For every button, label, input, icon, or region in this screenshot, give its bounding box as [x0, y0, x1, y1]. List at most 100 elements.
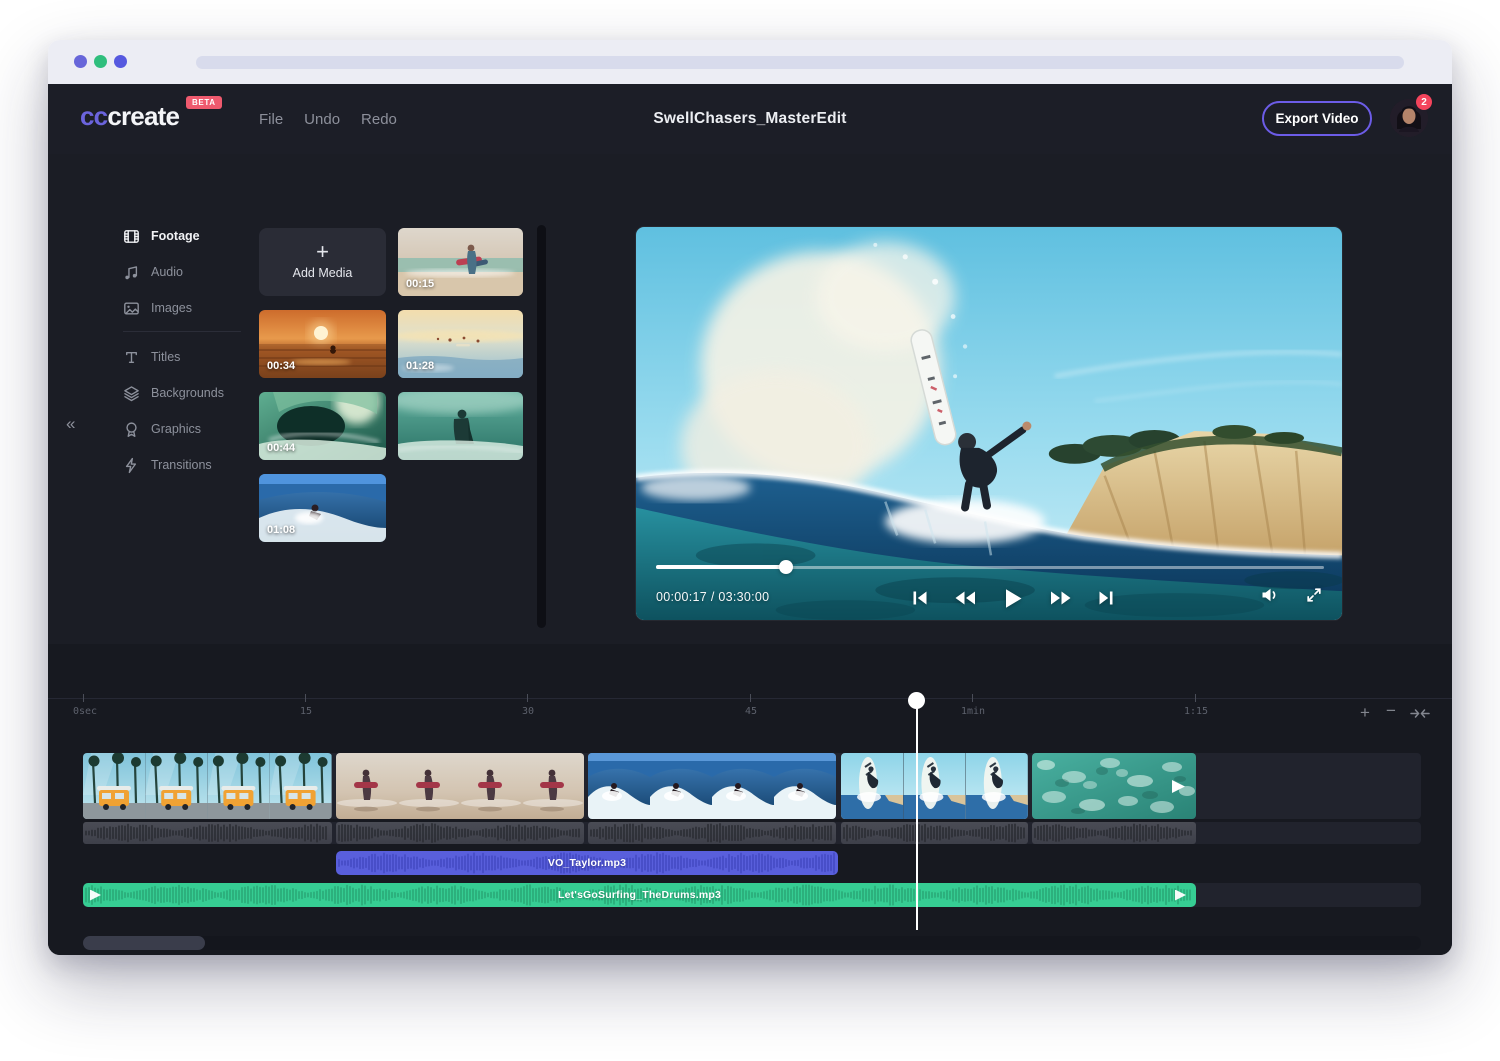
- ruler-tick-label: 1min: [960, 706, 986, 717]
- waveform-graphic: [1032, 822, 1196, 844]
- ruler-tick: [750, 694, 751, 702]
- waveform-graphic: [83, 822, 332, 844]
- timeline-video-clip-van[interactable]: [83, 753, 332, 819]
- timeline-panel: 0sec 15 30 45 1min 1:15 + − VO_Taylor.mp…: [48, 644, 1452, 955]
- media-clip-teal-silhouette[interactable]: [398, 392, 523, 460]
- ruler-tick-label: 45: [744, 706, 758, 717]
- clip-audio-waveform[interactable]: [588, 822, 836, 844]
- sidebar-item-label: Graphics: [151, 422, 202, 436]
- sidebar-item-audio[interactable]: Audio: [123, 254, 183, 290]
- media-panel-scrollbar[interactable]: [537, 225, 546, 628]
- sidebar-item-footage[interactable]: Footage: [123, 218, 200, 254]
- volume-icon[interactable]: [1261, 587, 1279, 603]
- ruler-tick-label: 1:15: [1183, 706, 1209, 717]
- sidebar-item-transitions[interactable]: Transitions: [123, 447, 212, 483]
- menu-item-redo[interactable]: Redo: [361, 111, 397, 128]
- media-clip-sunset[interactable]: 00:34: [259, 310, 386, 378]
- logo-suffix: create: [107, 101, 180, 131]
- clip-thumbnails: [841, 753, 1028, 819]
- waveform-graphic: [336, 822, 584, 844]
- app-window: cccreate BETA File Undo Redo SwellChaser…: [48, 40, 1452, 955]
- thumbnail-image: [398, 392, 523, 460]
- timeline-scrollbar-track[interactable]: [83, 936, 1421, 950]
- media-clip-blue-wave[interactable]: 01:08: [259, 474, 386, 542]
- editor-app: cccreate BETA File Undo Redo SwellChaser…: [48, 84, 1452, 955]
- timeline-video-clip-aerial[interactable]: [841, 753, 1028, 819]
- clip-thumbnails: [336, 753, 584, 819]
- window-maximize-dot[interactable]: [114, 55, 127, 68]
- waveform-svg: [590, 823, 832, 843]
- layers-icon: [124, 385, 139, 401]
- voiceover-clip[interactable]: VO_Taylor.mp3: [336, 851, 838, 875]
- badge-icon: [126, 421, 137, 437]
- clip-audio-waveform[interactable]: [1032, 822, 1196, 844]
- music-clip[interactable]: Let'sGoSurfing_TheDrums.mp3: [83, 883, 1196, 907]
- sidebar-item-backgrounds[interactable]: Backgrounds: [123, 375, 224, 411]
- add-media-button[interactable]: + Add Media: [259, 228, 386, 296]
- sidebar-item-label: Transitions: [151, 458, 212, 472]
- ruler-tick: [305, 694, 306, 702]
- url-bar[interactable]: [196, 56, 1404, 69]
- ruler-tick-label: 0sec: [72, 706, 98, 717]
- ruler-tick-label: 30: [521, 706, 535, 717]
- lightning-icon: [125, 457, 137, 473]
- sidebar-item-images[interactable]: Images: [123, 290, 192, 326]
- menu-item-file[interactable]: File: [259, 111, 283, 128]
- sidebar-item-label: Titles: [151, 350, 181, 364]
- image-icon: [124, 301, 139, 315]
- export-video-button[interactable]: Export Video: [1262, 101, 1372, 136]
- ruler-tick: [83, 694, 84, 702]
- video-preview[interactable]: 00:00:17 / 03:30:00: [635, 226, 1343, 621]
- preview-frame-surfer-aerial: [636, 227, 1342, 620]
- timeline-video-clip-beach-surfer[interactable]: [336, 753, 584, 819]
- playhead-line[interactable]: [916, 700, 918, 930]
- player-time-display: 00:00:17 / 03:30:00: [656, 590, 770, 604]
- window-close-dot[interactable]: [74, 55, 87, 68]
- timeline-video-clip-foam[interactable]: [1032, 753, 1196, 819]
- sidebar-collapse-button[interactable]: «: [66, 414, 76, 434]
- waveform-graphic: [841, 822, 1028, 844]
- waveform-svg: [843, 823, 1025, 843]
- zoom-in-button[interactable]: +: [1360, 704, 1370, 721]
- menu-bar: File Undo Redo: [259, 84, 397, 154]
- media-clip-barrel-wave[interactable]: 00:44: [259, 392, 386, 460]
- sidebar-item-titles[interactable]: Titles: [123, 339, 180, 375]
- sidebar-item-graphics[interactable]: Graphics: [123, 411, 201, 447]
- clip-audio-waveform[interactable]: [336, 822, 584, 844]
- fast-forward-button[interactable]: [1050, 590, 1072, 606]
- music-note-icon: [125, 265, 138, 279]
- transport-controls: [913, 582, 1113, 614]
- playhead-handle[interactable]: [908, 692, 925, 709]
- app-logo[interactable]: cccreate: [80, 101, 180, 132]
- skip-previous-button[interactable]: [913, 590, 927, 606]
- clip-duration: 00:15: [406, 278, 435, 290]
- fit-timeline-icon[interactable]: [1410, 708, 1430, 719]
- player-right-controls: [1261, 587, 1322, 603]
- clip-audio-waveform[interactable]: [83, 822, 332, 844]
- media-clip-golden-lineup[interactable]: 01:28: [398, 310, 523, 378]
- clip-thumbnails: [1032, 753, 1196, 819]
- clip-duration: 00:44: [267, 442, 296, 454]
- timeline-video-clip-blue-wave[interactable]: [588, 753, 836, 819]
- rewind-button[interactable]: [954, 590, 976, 606]
- zoom-out-button[interactable]: −: [1386, 702, 1396, 719]
- timeline-scrollbar-thumb[interactable]: [83, 936, 205, 950]
- media-clip-surfer-beach[interactable]: 00:15: [398, 228, 523, 296]
- fullscreen-icon[interactable]: [1306, 587, 1322, 603]
- browser-chrome: [48, 40, 1452, 84]
- skip-next-button[interactable]: [1099, 590, 1113, 606]
- notification-badge[interactable]: 2: [1416, 94, 1432, 110]
- add-media-label: Add Media: [292, 265, 353, 280]
- clip-audio-waveform[interactable]: [841, 822, 1028, 844]
- clip-duration: 00:34: [267, 360, 296, 372]
- waveform-svg: [338, 822, 580, 844]
- play-button[interactable]: [1004, 588, 1023, 609]
- app-header: cccreate BETA File Undo Redo SwellChaser…: [48, 84, 1452, 154]
- menu-item-undo[interactable]: Undo: [304, 111, 340, 128]
- project-title: SwellChasers_MasterEdit: [653, 110, 847, 127]
- sidebar-item-label: Images: [151, 301, 192, 315]
- sidebar-item-label: Footage: [151, 229, 200, 243]
- sidebar-divider: [123, 331, 241, 332]
- window-minimize-dot[interactable]: [94, 55, 107, 68]
- logo-prefix: cc: [80, 101, 108, 131]
